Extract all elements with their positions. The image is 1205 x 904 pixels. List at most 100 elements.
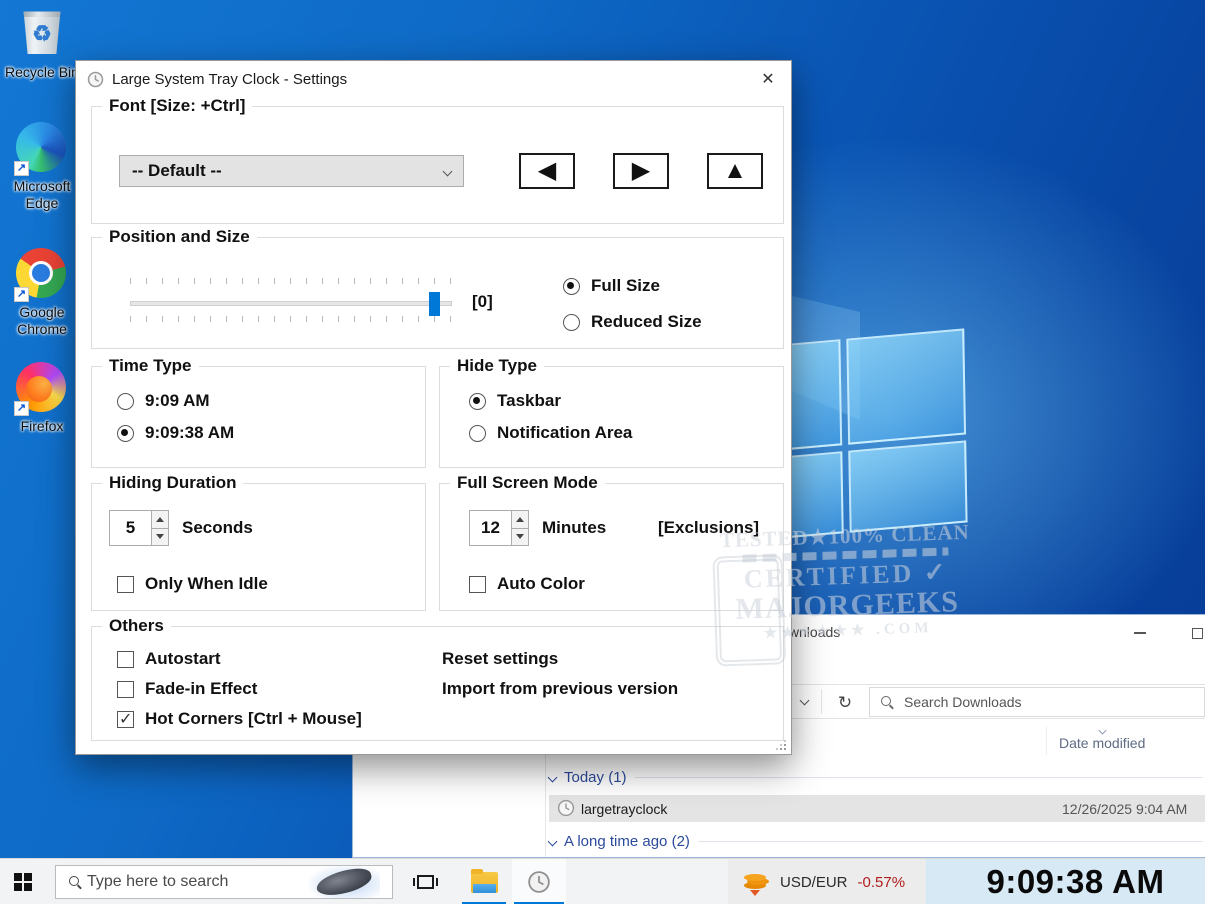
taskbar: USD/EUR -0.57% 9:09:38 AM: [0, 858, 1205, 904]
group-header-today[interactable]: Today (1): [549, 765, 1203, 789]
taskbar-file-explorer-button[interactable]: [460, 859, 508, 904]
radio-icon[interactable]: [469, 393, 486, 410]
settings-dialog: Large System Tray Clock - Settings ✕ Fon…: [75, 60, 792, 755]
import-previous-version-link[interactable]: Import from previous version: [442, 679, 678, 699]
checkbox-icon[interactable]: [117, 681, 134, 698]
radio-icon[interactable]: [563, 314, 580, 331]
resize-grip[interactable]: [776, 740, 786, 750]
minutes-spinner[interactable]: 12: [469, 510, 529, 546]
file-date-modified: 12/26/2025 9:04 AM: [1062, 801, 1187, 817]
reset-settings-link[interactable]: Reset settings: [442, 649, 558, 669]
desktop-icon-label: Firefox: [0, 418, 84, 435]
search-highlight-image[interactable]: [308, 865, 380, 899]
explorer-search-box[interactable]: [869, 687, 1205, 717]
clock-app-icon: [87, 71, 104, 93]
fullscreen-group-legend: Full Screen Mode: [450, 473, 605, 493]
recycle-bin-icon: ♻: [16, 8, 68, 60]
spinner-value[interactable]: 12: [470, 511, 511, 545]
spinner-up-icon[interactable]: [512, 511, 528, 529]
radio-time-short[interactable]: 9:09 AM: [117, 391, 210, 411]
desktop-icon-google-chrome[interactable]: ↗ Google Chrome: [0, 248, 84, 338]
radio-taskbar[interactable]: Taskbar: [469, 391, 561, 411]
group-collapse-icon[interactable]: [548, 836, 558, 846]
checkbox-icon[interactable]: [117, 651, 134, 668]
radio-notification-area[interactable]: Notification Area: [469, 423, 632, 443]
minutes-label: Minutes: [542, 518, 606, 538]
hide-group-legend: Hide Type: [450, 356, 544, 376]
start-button[interactable]: [14, 873, 32, 891]
checkbox-fade-in-effect[interactable]: Fade-in Effect: [117, 679, 257, 699]
desktop-icon-recycle-bin[interactable]: ♻ Recycle Bin: [0, 8, 84, 81]
dialog-title-bar[interactable]: Large System Tray Clock - Settings ✕: [76, 61, 791, 99]
currency-ticker[interactable]: USD/EUR -0.57%: [728, 859, 926, 904]
move-left-button[interactable]: ◀: [519, 153, 575, 189]
radio-icon[interactable]: [117, 393, 134, 410]
address-dropdown-icon[interactable]: [800, 696, 810, 706]
windows-logo-pane: [786, 339, 842, 450]
others-group: Others Autostart Fade-in Effect Hot Corn…: [91, 626, 784, 741]
spinner-down-icon[interactable]: [152, 529, 168, 546]
group-collapse-icon[interactable]: [548, 772, 558, 782]
shortcut-arrow-icon: ↗: [14, 161, 29, 176]
maximize-button[interactable]: [1175, 615, 1205, 651]
seconds-spinner[interactable]: 5: [109, 510, 169, 546]
radio-icon[interactable]: [469, 425, 486, 442]
font-group: Font [Size: +Ctrl] -- Default -- ◀ ▶ ▲: [91, 106, 784, 224]
radio-reduced-size[interactable]: Reduced Size: [563, 312, 702, 332]
column-date-modified[interactable]: Date modified: [1059, 735, 1145, 751]
refresh-button[interactable]: ↻: [829, 689, 861, 716]
spinner-up-icon[interactable]: [152, 511, 168, 529]
position-size-group: Position and Size [0] Full Size Reduced …: [91, 237, 784, 349]
desktop-icon-label: Microsoft Edge: [0, 178, 84, 212]
full-screen-mode-group: Full Screen Mode 12 Minutes [Exclusions]…: [439, 483, 784, 611]
windows-logo-wallpaper: [786, 328, 971, 540]
hide-type-group: Hide Type Taskbar Notification Area: [439, 366, 784, 468]
windows-logo-pane: [848, 440, 967, 532]
radio-full-size[interactable]: Full Size: [563, 276, 660, 296]
close-icon[interactable]: ✕: [751, 63, 785, 95]
checkbox-hot-corners[interactable]: Hot Corners [Ctrl + Mouse]: [117, 709, 362, 729]
taskbar-clock-app-button[interactable]: [512, 859, 566, 904]
ticker-change: -0.57%: [858, 874, 906, 891]
group-header-long-time-ago[interactable]: A long time ago (2): [549, 829, 1203, 853]
checkbox-autostart[interactable]: Autostart: [117, 649, 221, 669]
checkbox-icon[interactable]: [117, 576, 134, 593]
radio-icon[interactable]: [563, 278, 580, 295]
exclusions-link[interactable]: [Exclusions]: [658, 518, 759, 538]
taskbar-search-input[interactable]: [85, 872, 296, 892]
move-right-button[interactable]: ▶: [613, 153, 669, 189]
shortcut-arrow-icon: ↗: [14, 287, 29, 302]
tray-large-clock[interactable]: 9:09:38 AM: [926, 859, 1205, 904]
task-view-button[interactable]: [406, 859, 444, 904]
radio-time-with-seconds[interactable]: 9:09:38 AM: [117, 423, 234, 443]
checkbox-only-when-idle[interactable]: Only When Idle: [117, 574, 268, 594]
others-group-legend: Others: [102, 616, 171, 636]
font-dropdown[interactable]: -- Default --: [119, 155, 464, 187]
search-icon: [880, 695, 893, 709]
firefox-icon: ↗: [16, 362, 68, 414]
checkbox-icon[interactable]: [469, 576, 486, 593]
tray-clock-time: 9:09:38 AM: [966, 863, 1164, 901]
move-up-button[interactable]: ▲: [707, 153, 763, 189]
desktop-icon-firefox[interactable]: ↗ Firefox: [0, 362, 84, 435]
slider-track[interactable]: [130, 301, 452, 306]
slider-thumb[interactable]: [429, 292, 440, 316]
search-icon: [68, 875, 73, 889]
seconds-label: Seconds: [182, 518, 253, 538]
clock-app-icon: [527, 870, 551, 894]
taskbar-search-box[interactable]: [55, 865, 393, 899]
checkbox-icon[interactable]: [117, 711, 134, 728]
spinner-value[interactable]: 5: [110, 511, 151, 545]
desktop: ♻ Recycle Bin ↗ Microsoft Edge ↗ Google …: [0, 0, 1205, 904]
recycle-symbol-icon: ♻: [22, 21, 62, 47]
minimize-button[interactable]: [1118, 615, 1162, 651]
desktop-icon-microsoft-edge[interactable]: ↗ Microsoft Edge: [0, 122, 84, 212]
position-slider[interactable]: [130, 278, 452, 330]
shortcut-arrow-icon: ↗: [14, 401, 29, 416]
radio-icon[interactable]: [117, 425, 134, 442]
checkbox-auto-color[interactable]: Auto Color: [469, 574, 585, 594]
file-row-largetrayclock[interactable]: largetrayclock 12/26/2025 9:04 AM Applic…: [549, 795, 1205, 822]
spinner-down-icon[interactable]: [512, 529, 528, 546]
file-explorer-icon: [471, 872, 498, 893]
explorer-search-input[interactable]: [902, 693, 1194, 711]
